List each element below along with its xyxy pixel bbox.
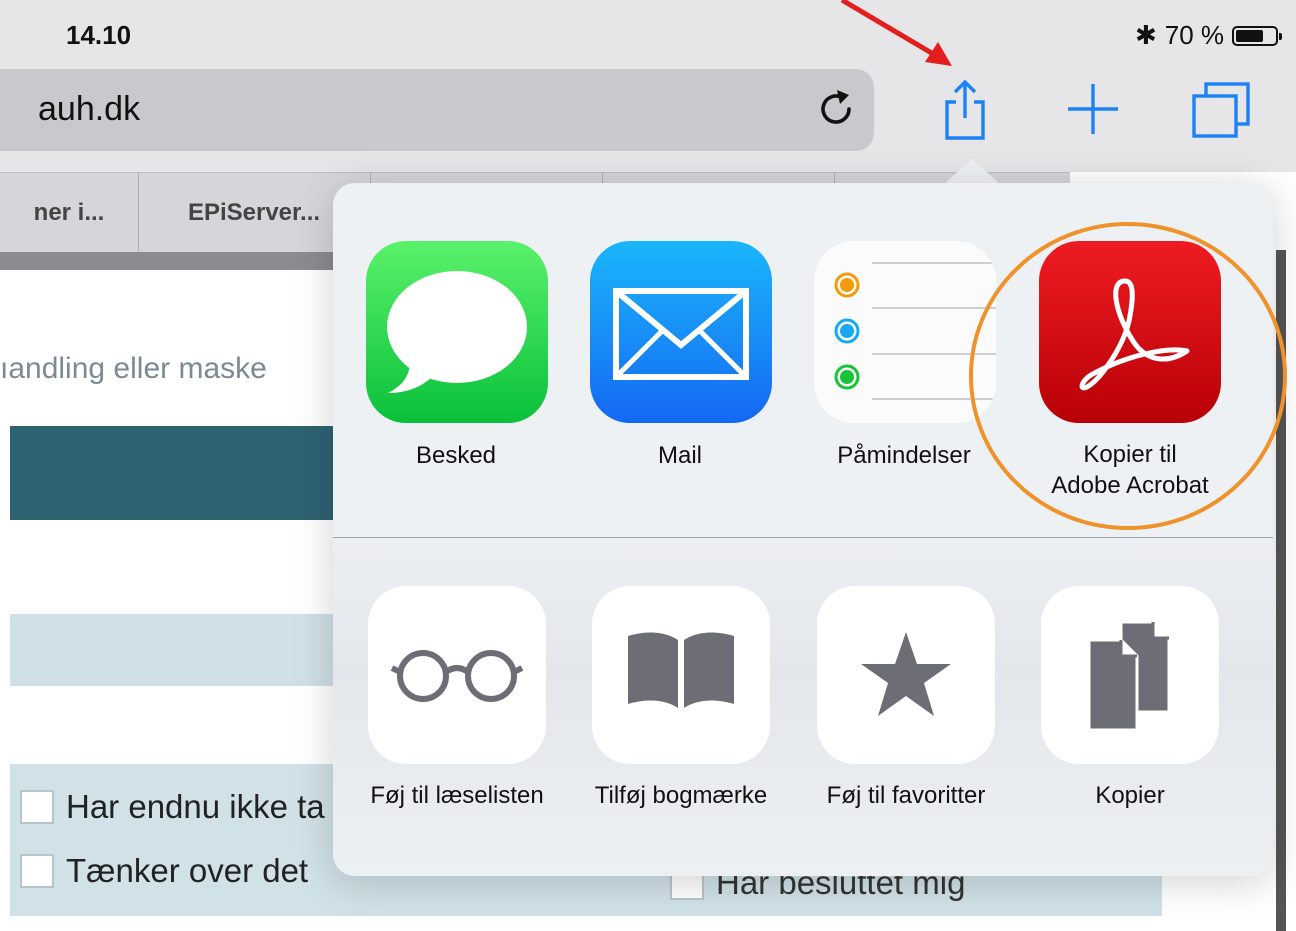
- reminders-glyph: [834, 262, 996, 400]
- bookmark-button[interactable]: [592, 586, 770, 764]
- reminders-icon[interactable]: [814, 241, 996, 423]
- copy-icon: [1087, 620, 1171, 732]
- favorites-button[interactable]: [817, 586, 995, 764]
- battery-icon: [1232, 25, 1282, 46]
- url-text: auh.dk: [38, 90, 141, 128]
- reading-list-icon: [390, 650, 524, 702]
- bluetooth-icon: ✱: [1134, 20, 1157, 50]
- copy-button[interactable]: [1041, 586, 1219, 764]
- page-section: [10, 614, 340, 686]
- tab-1[interactable]: ner i...: [0, 173, 139, 252]
- page-banner: [10, 426, 340, 520]
- star-icon: [861, 632, 951, 716]
- adobe-acrobat-icon[interactable]: [1039, 241, 1221, 423]
- share-icon[interactable]: [935, 76, 995, 142]
- action-label-copy: Kopier: [1095, 782, 1165, 809]
- messages-icon[interactable]: [366, 241, 548, 423]
- action-label-bookmark: Tilføj bogmærke: [594, 782, 768, 809]
- popover-arrow: [944, 159, 1000, 184]
- action-label-reading-list: Føj til læselisten: [370, 782, 544, 809]
- messages-glyph: [387, 271, 527, 393]
- tabs-overview-icon[interactable]: [1190, 80, 1252, 140]
- share-divider: [333, 537, 1273, 538]
- mail-icon[interactable]: [590, 241, 772, 423]
- bookmark-icon: [628, 632, 734, 708]
- status-right: ✱ 70 %: [1134, 20, 1282, 51]
- action-label-favorites: Føj til favoritter: [826, 782, 986, 809]
- reload-icon[interactable]: [812, 84, 860, 132]
- app-label-reminders: Påmindelser: [837, 442, 971, 469]
- app-label-mail: Mail: [657, 442, 702, 469]
- checkbox-2[interactable]: [20, 854, 54, 888]
- option-row-2[interactable]: Tænker over det: [20, 852, 308, 890]
- page-text: ıandling eller maske: [0, 352, 267, 385]
- app-label-acrobat: Kopier til Adobe Acrobat: [1051, 441, 1209, 499]
- reading-list-button[interactable]: [368, 586, 546, 764]
- mail-glyph: [613, 288, 749, 380]
- checkbox-1[interactable]: [20, 790, 54, 824]
- status-time: 14.10: [66, 20, 132, 50]
- battery-fill: [1236, 29, 1263, 42]
- acrobat-glyph: [1079, 278, 1190, 391]
- scrollbar[interactable]: [1276, 250, 1286, 931]
- option-row-1[interactable]: Har endnu ikke ta: [20, 788, 325, 826]
- app-label-messages: Besked: [415, 442, 497, 469]
- battery-percent: 70 %: [1164, 20, 1224, 50]
- new-tab-icon[interactable]: [1066, 82, 1120, 136]
